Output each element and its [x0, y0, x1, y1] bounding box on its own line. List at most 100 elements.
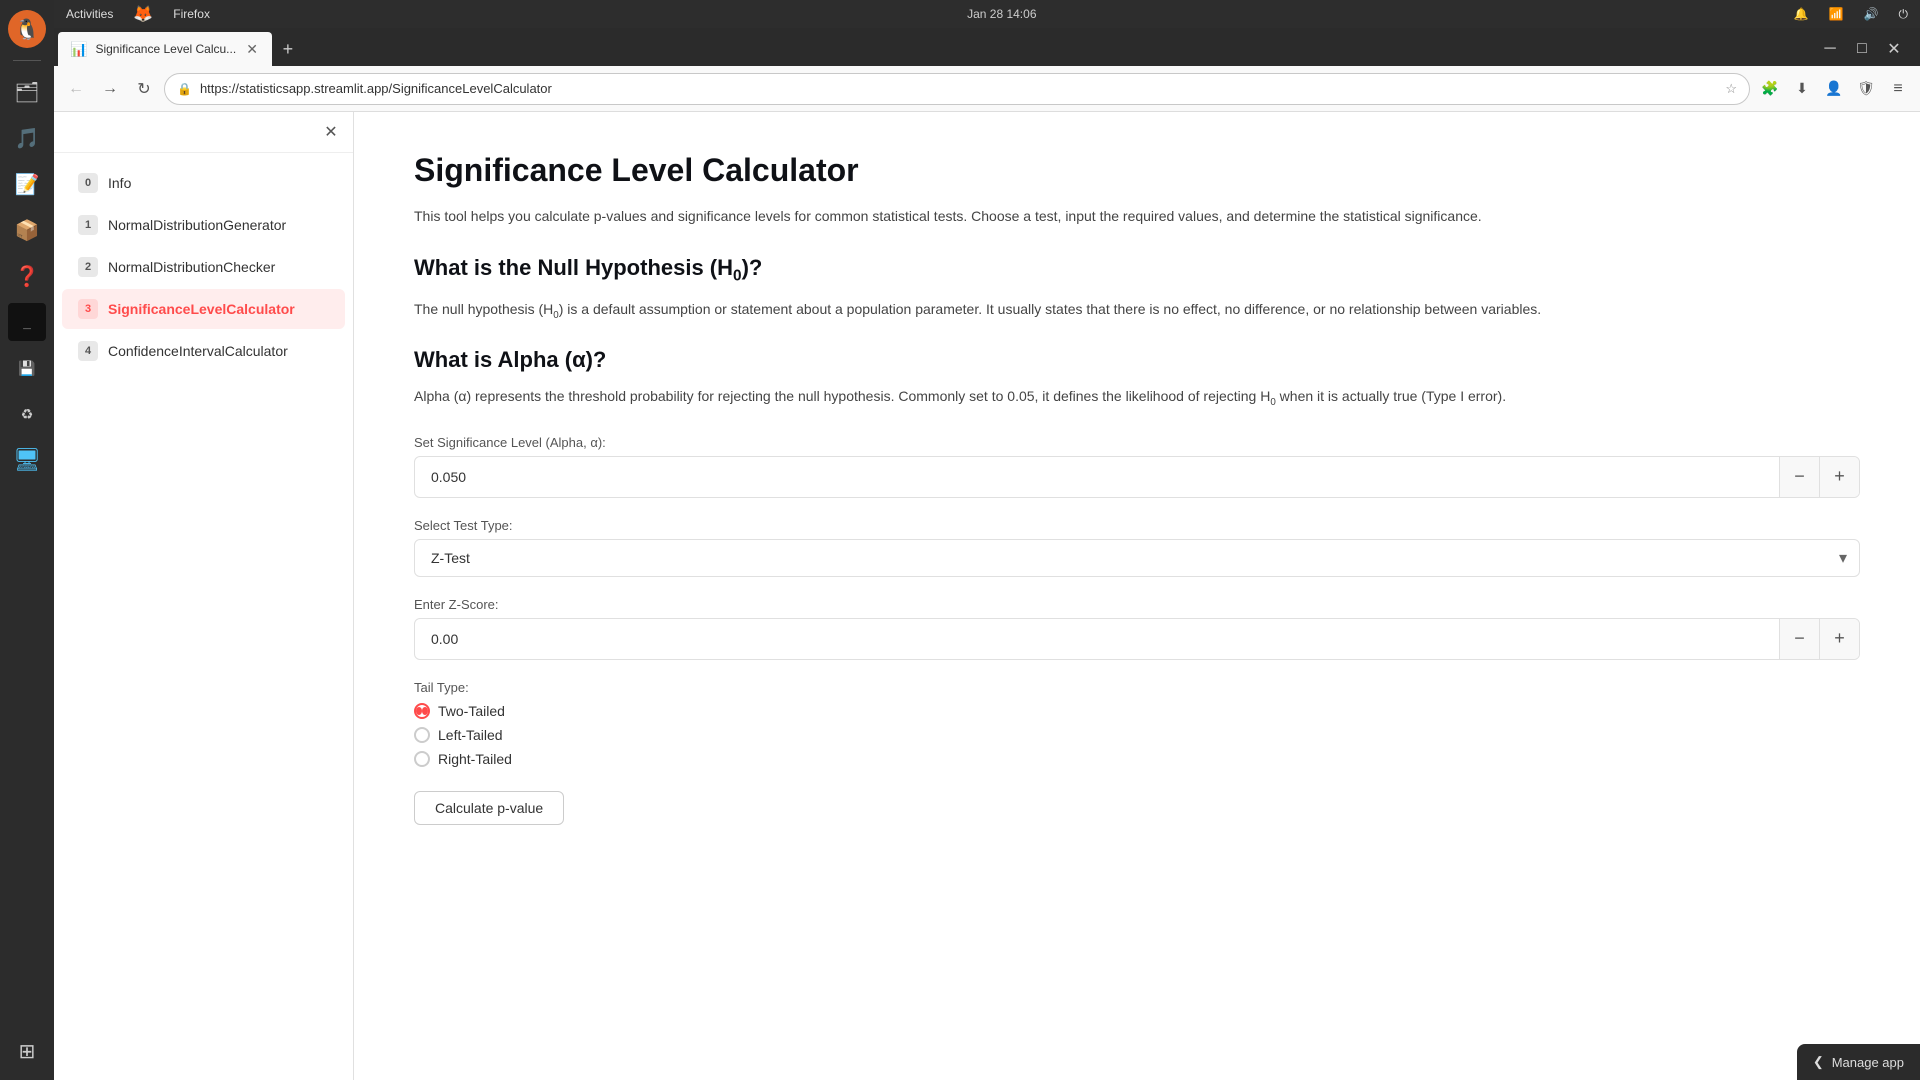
software-center-icon[interactable]: 📦 — [8, 211, 46, 249]
sidebar-item-info[interactable]: 0 Info — [62, 163, 345, 203]
sidebar-item-label-normalchecker: NormalDistributionChecker — [108, 259, 275, 275]
sidebar-item-significancecalc[interactable]: 3 SignificanceLevelCalculator — [62, 289, 345, 329]
browser-window: Activities 🦊 Firefox Jan 28 14:06 🔔 📶 🔊 … — [54, 0, 1920, 1080]
firefox-label: Firefox — [173, 7, 210, 21]
help-icon[interactable]: ❓ — [8, 257, 46, 295]
page-title: Significance Level Calculator — [414, 152, 1860, 189]
window-minimize-button[interactable]: ─ — [1816, 35, 1844, 63]
reload-button[interactable]: ↻ — [130, 75, 158, 103]
system-bell-icon[interactable]: 🔔 — [1794, 7, 1809, 21]
sidebar-item-label-normalgenerator: NormalDistributionGenerator — [108, 217, 286, 233]
files-icon[interactable]: 🗂 — [8, 73, 46, 111]
radio-two-tailed-circle — [414, 703, 430, 719]
tail-type-label: Tail Type: — [414, 680, 1860, 695]
sidebar-item-num-0: 0 — [78, 173, 98, 193]
content-area: Significance Level Calculator This tool … — [354, 112, 1920, 1080]
window-close-button[interactable]: ✕ — [1880, 35, 1908, 63]
tab-close-button[interactable]: ✕ — [244, 39, 260, 60]
alpha-increment-button[interactable]: + — [1819, 457, 1859, 497]
alpha-label: Set Significance Level (Alpha, α): — [414, 435, 1860, 450]
titlebar-date: Jan 28 14:06 — [967, 7, 1036, 21]
zscore-label: Enter Z-Score: — [414, 597, 1860, 612]
radio-left-tailed-circle — [414, 727, 430, 743]
taskbar-separator — [13, 60, 41, 61]
zscore-increment-button[interactable]: + — [1819, 619, 1859, 659]
radio-two-tailed[interactable]: Two-Tailed — [414, 703, 1860, 719]
recycle-icon[interactable]: ♻ — [8, 395, 46, 433]
null-hypothesis-heading: What is the Null Hypothesis (H0)? — [414, 255, 1860, 285]
profile-button[interactable]: 👤 — [1820, 75, 1848, 103]
radio-two-tailed-label: Two-Tailed — [438, 703, 505, 719]
radio-right-tailed-circle — [414, 751, 430, 767]
terminal-icon[interactable]: _ — [8, 303, 46, 341]
zscore-input[interactable] — [415, 621, 1779, 657]
apps-grid-icon[interactable]: ⊞ — [8, 1032, 46, 1070]
linux-taskbar: 🐧 🗂 🎵 📝 📦 ❓ _ 💾 ♻ 🖥 ⊞ — [0, 0, 54, 1080]
sidebar-item-label-significancecalc: SignificanceLevelCalculator — [108, 301, 295, 317]
tab-favicon: 📊 — [70, 41, 87, 58]
zscore-decrement-button[interactable]: − — [1779, 619, 1819, 659]
activities-bar: Activities 🦊 Firefox Jan 28 14:06 🔔 📶 🔊 … — [54, 0, 1920, 28]
activities-label[interactable]: Activities — [66, 7, 113, 21]
test-type-select[interactable]: Z-Test T-Test Chi-Square Test F-Test — [415, 540, 1827, 576]
tab-bar: 📊 Significance Level Calcu... ✕ + ─ □ ✕ — [54, 28, 1920, 66]
tab-title: Significance Level Calcu... — [95, 42, 236, 56]
bookmark-star-icon[interactable]: ☆ — [1725, 81, 1737, 97]
test-type-label: Select Test Type: — [414, 518, 1860, 533]
firefox-icon: 🦊 — [133, 4, 153, 24]
system-volume-icon[interactable]: 🔊 — [1864, 7, 1879, 21]
addons-button[interactable]: 🛡 — [1852, 75, 1880, 103]
sidebar-item-normalgenerator[interactable]: 1 NormalDistributionGenerator — [62, 205, 345, 245]
menu-button[interactable]: ≡ — [1884, 75, 1912, 103]
notes-icon[interactable]: 📝 — [8, 165, 46, 203]
sidebar-item-label-confidencecalc: ConfidenceIntervalCalculator — [108, 343, 288, 359]
download-button[interactable]: ⬇ — [1788, 75, 1816, 103]
window-maximize-button[interactable]: □ — [1848, 35, 1876, 63]
tail-type-group: Tail Type: Two-Tailed Left-Tailed Right-… — [414, 680, 1860, 767]
alpha-input[interactable] — [415, 459, 1779, 495]
ssd-icon[interactable]: 💾 — [8, 349, 46, 387]
extensions-button[interactable]: 🧩 — [1756, 75, 1784, 103]
radio-right-tailed[interactable]: Right-Tailed — [414, 751, 1860, 767]
lock-icon: 🔒 — [177, 82, 192, 96]
browser-tab-active[interactable]: 📊 Significance Level Calcu... ✕ — [58, 32, 272, 66]
sidebar-header: ✕ — [54, 112, 353, 153]
main-area: ✕ 0 Info 1 NormalDistributionGenerator 2… — [54, 112, 1920, 1080]
url-text: https://statisticsapp.streamlit.app/Sign… — [200, 81, 1717, 96]
sidebar-item-confidencecalc[interactable]: 4 ConfidenceIntervalCalculator — [62, 331, 345, 371]
sidebar-item-num-4: 4 — [78, 341, 98, 361]
sidebar-item-label-info: Info — [108, 175, 131, 191]
null-hypothesis-text: The null hypothesis (H0) is a default as… — [414, 298, 1860, 323]
sidebar-item-num-2: 2 — [78, 257, 98, 277]
system-power-icon[interactable]: ⏻ — [1899, 7, 1909, 22]
radio-left-tailed[interactable]: Left-Tailed — [414, 727, 1860, 743]
sidebar-item-normalchecker[interactable]: 2 NormalDistributionChecker — [62, 247, 345, 287]
select-chevron-icon: ▾ — [1827, 548, 1859, 568]
sidebar-nav: 0 Info 1 NormalDistributionGenerator 2 N… — [54, 153, 353, 381]
forward-button[interactable]: → — [96, 75, 124, 103]
vscode-icon[interactable]: 🖥 — [8, 441, 46, 479]
zscore-input-row: − + — [414, 618, 1860, 660]
sidebar: ✕ 0 Info 1 NormalDistributionGenerator 2… — [54, 112, 354, 1080]
manage-app-label: Manage app — [1832, 1055, 1904, 1070]
music-icon[interactable]: 🎵 — [8, 119, 46, 157]
sidebar-item-num-3: 3 — [78, 299, 98, 319]
alpha-decrement-button[interactable]: − — [1779, 457, 1819, 497]
sidebar-close-button[interactable]: ✕ — [319, 120, 343, 144]
sidebar-item-num-1: 1 — [78, 215, 98, 235]
new-tab-button[interactable]: + — [272, 32, 304, 66]
ubuntu-icon[interactable]: 🐧 — [8, 10, 46, 48]
calculate-pvalue-button[interactable]: Calculate p-value — [414, 791, 564, 825]
back-button[interactable]: ← — [62, 75, 90, 103]
radio-left-tailed-label: Left-Tailed — [438, 727, 503, 743]
manage-app-panel[interactable]: ❮ Manage app — [1797, 1044, 1920, 1080]
address-bar-actions: 🧩 ⬇ 👤 🛡 ≡ — [1756, 75, 1912, 103]
system-network-icon[interactable]: 📶 — [1829, 7, 1844, 21]
url-bar[interactable]: 🔒 https://statisticsapp.streamlit.app/Si… — [164, 73, 1750, 105]
manage-app-chevron-icon: ❮ — [1813, 1054, 1824, 1070]
test-type-select-row: Z-Test T-Test Chi-Square Test F-Test ▾ — [414, 539, 1860, 577]
address-bar: ← → ↻ 🔒 https://statisticsapp.streamlit.… — [54, 66, 1920, 112]
alpha-input-row: − + — [414, 456, 1860, 498]
alpha-heading: What is Alpha (α)? — [414, 347, 1860, 373]
radio-right-tailed-label: Right-Tailed — [438, 751, 512, 767]
